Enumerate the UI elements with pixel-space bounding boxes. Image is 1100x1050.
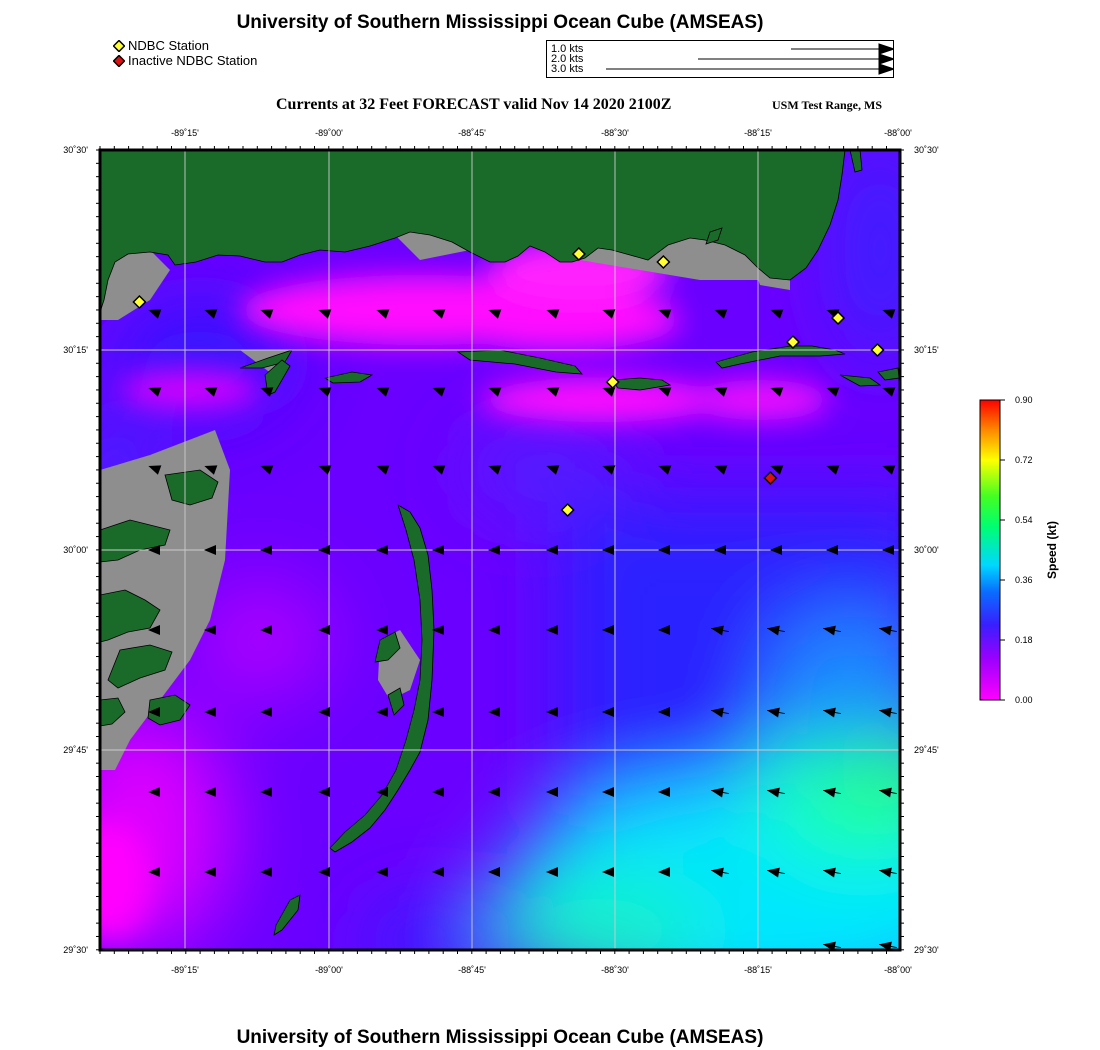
colorbar-tick-5: 0.18: [1015, 635, 1033, 645]
lon-label-bottom-5: -88˚15': [744, 965, 772, 975]
lon-label-bottom-6: -88˚00': [884, 965, 912, 975]
colorbar-tick-3: 0.54: [1015, 515, 1033, 525]
lat-label-left-2: 30˚15': [63, 345, 88, 355]
lon-label-bottom-1: -89˚15': [171, 965, 199, 975]
footer-title: University of Southern Mississippi Ocean…: [236, 1027, 764, 1048]
colorbar-ramp: [979, 399, 1001, 701]
lat-label-right-3: 30˚00': [914, 545, 939, 555]
colorbar-tick-1: 0.90: [1015, 395, 1033, 405]
lon-label-bottom-2: -89˚00': [315, 965, 343, 975]
lat-label-right-5: 29˚30': [914, 945, 939, 955]
colorbar-label: Speed (kt): [1045, 521, 1059, 579]
lat-label-left-1: 30˚30': [63, 145, 88, 155]
lat-label-left-5: 29˚30': [63, 945, 88, 955]
lat-label-left-3: 30˚00': [63, 545, 88, 555]
lon-label-top-2: -89˚00': [315, 128, 343, 138]
speed-colorbar: 0.90 0.72 0.54 0.36 0.18 0.00 Speed (kt): [979, 395, 1059, 705]
current-map: -89˚15' -89˚00' -88˚45' -88˚30' -88˚15' …: [63, 128, 1059, 975]
lon-label-top-4: -88˚30': [601, 128, 629, 138]
lon-label-bottom-3: -88˚45': [458, 965, 486, 975]
lat-label-right-4: 29˚45': [914, 745, 939, 755]
lat-label-right-1: 30˚30': [914, 145, 939, 155]
colorbar-tick-4: 0.36: [1015, 575, 1033, 585]
lat-label-left-4: 29˚45': [63, 745, 88, 755]
lon-label-top-1: -89˚15': [171, 128, 199, 138]
lon-label-bottom-4: -88˚30': [601, 965, 629, 975]
colorbar-tick-6: 0.00: [1015, 695, 1033, 705]
lon-label-top-6: -88˚00': [884, 128, 912, 138]
lon-label-top-5: -88˚15': [744, 128, 772, 138]
lon-label-top-3: -88˚45': [458, 128, 486, 138]
lat-label-right-2: 30˚15': [914, 345, 939, 355]
colorbar-tick-2: 0.72: [1015, 455, 1033, 465]
